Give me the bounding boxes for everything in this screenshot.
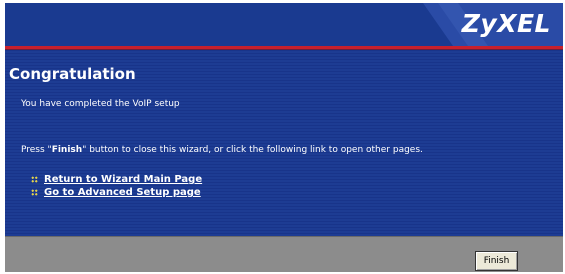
footer-bar: Finish [5, 236, 563, 272]
instruction-text: Press "Finish" button to close this wiza… [21, 145, 423, 155]
dotted-bullet-icon [31, 176, 38, 183]
header-banner: ZyXEL [5, 3, 563, 46]
link-row-advanced-setup: Go to Advanced Setup page [31, 186, 202, 199]
instruction-suffix: " button to close this wizard, or click … [82, 145, 423, 155]
return-to-wizard-main-link[interactable]: Return to Wizard Main Page [44, 174, 202, 185]
completion-message: You have completed the VoIP setup [21, 99, 180, 109]
navigation-links: Return to Wizard Main Page Go to Advance… [31, 173, 202, 199]
link-row-wizard-main: Return to Wizard Main Page [31, 173, 202, 186]
instruction-finish-keyword: Finish [51, 145, 83, 155]
finish-button[interactable]: Finish [475, 251, 518, 271]
header-divider-shadow [5, 49, 563, 50]
go-to-advanced-setup-link[interactable]: Go to Advanced Setup page [44, 187, 201, 198]
wizard-window: ZyXEL Congratulation You have completed … [5, 3, 563, 272]
page-title: Congratulation [9, 65, 136, 83]
dotted-bullet-icon [31, 189, 38, 196]
instruction-prefix: Press " [21, 145, 52, 155]
zyxel-logo: ZyXEL [461, 9, 551, 38]
